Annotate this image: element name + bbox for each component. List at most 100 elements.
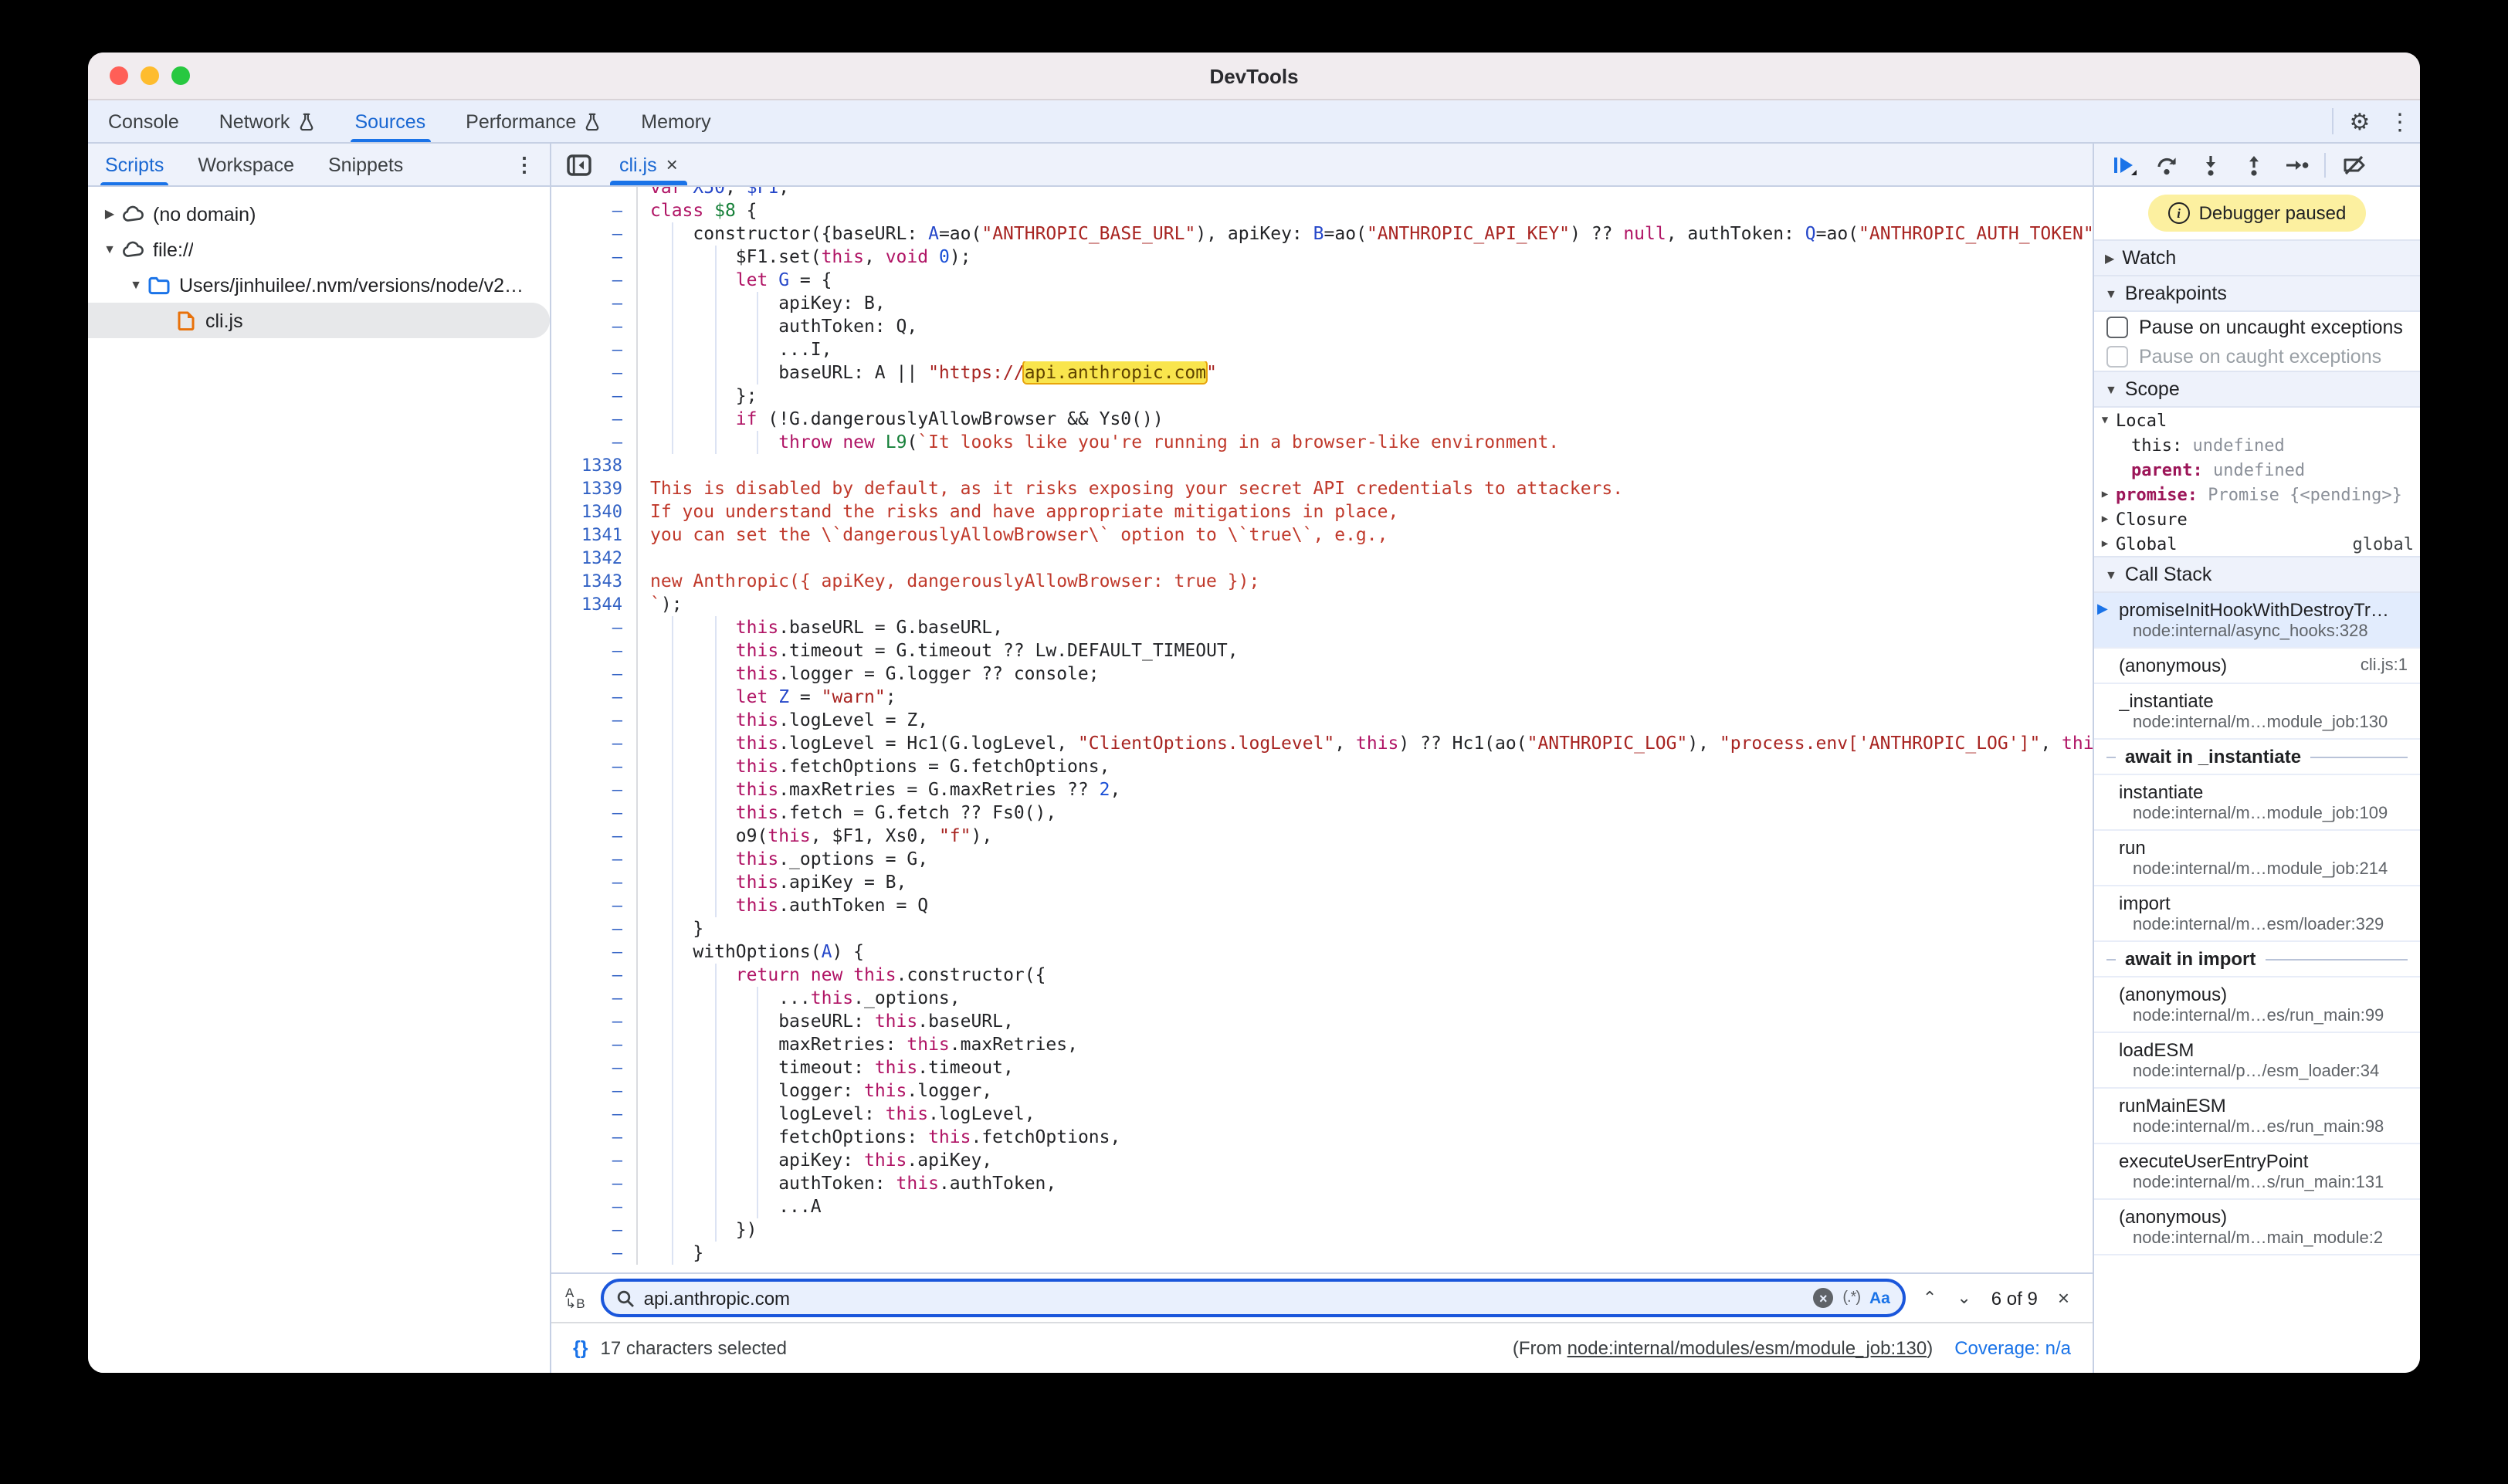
call-stack-frame[interactable]: (anonymous)node:internal/m…main_module:2 bbox=[2094, 1200, 2420, 1255]
code-line[interactable]: – ...A bbox=[551, 1195, 2093, 1218]
code-line[interactable]: – this.timeout = G.timeout ?? Lw.DEFAULT… bbox=[551, 639, 2093, 662]
code-line[interactable]: – this.logLevel = Z, bbox=[551, 709, 2093, 732]
close-tab-icon[interactable]: × bbox=[666, 153, 678, 176]
code-line[interactable]: 1341you can set the \`dangerouslyAllowBr… bbox=[551, 523, 2093, 547]
sidebar-tab-scripts[interactable]: Scripts bbox=[88, 144, 181, 185]
line-number[interactable]: – bbox=[551, 1172, 638, 1195]
line-number[interactable]: – bbox=[551, 1103, 638, 1126]
code-line[interactable]: – withOptions(A) { bbox=[551, 940, 2093, 964]
scope-variable-this[interactable]: this: undefined bbox=[2094, 432, 2420, 457]
code-line[interactable]: – logger: this.logger, bbox=[551, 1079, 2093, 1103]
code-line[interactable]: – maxRetries: this.maxRetries, bbox=[551, 1033, 2093, 1056]
line-number[interactable]: 1343 bbox=[551, 570, 638, 593]
line-number[interactable]: 1339 bbox=[551, 477, 638, 500]
line-number[interactable]: – bbox=[551, 1010, 638, 1033]
tab-memory[interactable]: Memory bbox=[621, 100, 730, 142]
code-line[interactable]: 1344`); bbox=[551, 593, 2093, 616]
code-line[interactable]: – this.fetch = G.fetch ?? Fs0(), bbox=[551, 801, 2093, 825]
line-number[interactable]: – bbox=[551, 1218, 638, 1242]
clear-search-icon[interactable]: × bbox=[1813, 1288, 1833, 1308]
tree-item-users-jinhuilee-nvm-versions-node-v2-[interactable]: ▼Users/jinhuilee/.nvm/versions/node/v2… bbox=[88, 267, 550, 303]
step-over-icon[interactable] bbox=[2147, 147, 2187, 181]
line-number[interactable]: – bbox=[551, 1126, 638, 1149]
sidebar-tab-snippets[interactable]: Snippets bbox=[311, 144, 420, 185]
breakpoints-section-header[interactable]: ▼ Breakpoints bbox=[2094, 276, 2420, 312]
code-line[interactable]: – throw new L9(`It looks like you're run… bbox=[551, 431, 2093, 454]
scope-section-local[interactable]: ▼Local bbox=[2094, 408, 2420, 432]
line-number[interactable]: – bbox=[551, 1056, 638, 1079]
code-line[interactable]: 1343new Anthropic({ apiKey, dangerouslyA… bbox=[551, 570, 2093, 593]
line-number[interactable]: – bbox=[551, 616, 638, 639]
code-editor[interactable]: var X50, $F1;–class $8 {– constructor({b… bbox=[551, 187, 2093, 1272]
breakpoint-option[interactable]: Pause on uncaught exceptions bbox=[2094, 312, 2420, 341]
call-stack-frame[interactable]: runMainESMnode:internal/m…es/run_main:98 bbox=[2094, 1089, 2420, 1144]
tab-console[interactable]: Console bbox=[88, 100, 199, 142]
pretty-print-icon[interactable]: {} bbox=[573, 1337, 588, 1359]
code-line[interactable]: –class $8 { bbox=[551, 199, 2093, 222]
sidebar-kebab-menu-icon[interactable]: ⋮ bbox=[499, 144, 550, 185]
line-number[interactable]: – bbox=[551, 917, 638, 940]
code-line[interactable]: – apiKey: B, bbox=[551, 292, 2093, 315]
line-number[interactable]: 1342 bbox=[551, 547, 638, 570]
checkbox[interactable] bbox=[2106, 316, 2128, 337]
tab-performance[interactable]: Performance bbox=[446, 100, 621, 142]
checkbox[interactable] bbox=[2106, 345, 2128, 367]
line-number[interactable]: – bbox=[551, 709, 638, 732]
line-number[interactable]: – bbox=[551, 408, 638, 431]
line-number[interactable]: – bbox=[551, 894, 638, 917]
line-number[interactable]: – bbox=[551, 431, 638, 454]
call-stack-frame[interactable]: executeUserEntryPointnode:internal/m…s/r… bbox=[2094, 1144, 2420, 1200]
line-number[interactable]: – bbox=[551, 825, 638, 848]
code-line[interactable]: 1338 bbox=[551, 454, 2093, 477]
chevron-down-icon[interactable]: ▼ bbox=[100, 242, 119, 256]
line-number[interactable]: – bbox=[551, 755, 638, 778]
line-number[interactable]: – bbox=[551, 199, 638, 222]
code-line[interactable]: – this.authToken = Q bbox=[551, 894, 2093, 917]
scope-variable-promise[interactable]: ▶promise: Promise {<pending>} bbox=[2094, 482, 2420, 507]
line-number[interactable]: – bbox=[551, 662, 638, 686]
code-line[interactable]: – authToken: this.authToken, bbox=[551, 1172, 2093, 1195]
line-number[interactable]: – bbox=[551, 361, 638, 385]
call-stack-frame[interactable]: importnode:internal/m…esm/loader:329 bbox=[2094, 886, 2420, 942]
code-line[interactable]: – this.logLevel = Hc1(G.logLevel, "Clien… bbox=[551, 732, 2093, 755]
line-number[interactable]: – bbox=[551, 1079, 638, 1103]
line-number[interactable]: – bbox=[551, 1242, 638, 1265]
line-number[interactable]: – bbox=[551, 338, 638, 361]
regex-toggle[interactable]: (.*) bbox=[1842, 1289, 1860, 1306]
line-number[interactable] bbox=[551, 187, 638, 199]
line-number[interactable]: – bbox=[551, 964, 638, 987]
callstack-section-header[interactable]: ▼ Call Stack bbox=[2094, 556, 2420, 593]
line-number[interactable]: – bbox=[551, 385, 638, 408]
resume-icon[interactable] bbox=[2103, 147, 2144, 181]
code-line[interactable]: 1339This is disabled by default, as it r… bbox=[551, 477, 2093, 500]
sidebar-tab-workspace[interactable]: Workspace bbox=[181, 144, 311, 185]
scope-variable-parent[interactable]: parent: undefined bbox=[2094, 457, 2420, 482]
deactivate-breakpoints-icon[interactable] bbox=[2333, 147, 2374, 181]
line-number[interactable]: – bbox=[551, 1149, 638, 1172]
search-input[interactable]: api.anthropic.com × (.*) Aa bbox=[601, 1279, 1906, 1317]
line-number[interactable]: – bbox=[551, 686, 638, 709]
code-line[interactable]: – apiKey: this.apiKey, bbox=[551, 1149, 2093, 1172]
call-stack-frame[interactable]: ▶promiseInitHookWithDestroyTr…node:inter… bbox=[2094, 593, 2420, 649]
line-number[interactable]: – bbox=[551, 987, 638, 1010]
code-line[interactable]: – this._options = G, bbox=[551, 848, 2093, 871]
kebab-menu-icon[interactable]: ⋮ bbox=[2380, 100, 2420, 142]
line-number[interactable]: – bbox=[551, 222, 638, 246]
line-number[interactable]: – bbox=[551, 848, 638, 871]
code-line[interactable]: 1340If you understand the risks and have… bbox=[551, 500, 2093, 523]
code-line[interactable]: – ...I, bbox=[551, 338, 2093, 361]
breakpoint-option[interactable]: Pause on caught exceptions bbox=[2094, 341, 2420, 371]
step-into-icon[interactable] bbox=[2190, 147, 2230, 181]
line-number[interactable]: – bbox=[551, 292, 638, 315]
line-number[interactable]: – bbox=[551, 246, 638, 269]
code-line[interactable]: – } bbox=[551, 917, 2093, 940]
call-stack-frame[interactable]: (anonymous)cli.js:1 bbox=[2094, 649, 2420, 684]
hide-navigator-icon[interactable] bbox=[551, 144, 604, 185]
line-number[interactable]: – bbox=[551, 315, 638, 338]
code-line[interactable]: – this.fetchOptions = G.fetchOptions, bbox=[551, 755, 2093, 778]
watch-section-header[interactable]: ▶ Watch bbox=[2094, 239, 2420, 276]
call-stack-frame[interactable]: instantiatenode:internal/m…module_job:10… bbox=[2094, 775, 2420, 831]
code-line[interactable]: – constructor({baseURL: A=ao("ANTHROPIC_… bbox=[551, 222, 2093, 246]
line-number[interactable]: – bbox=[551, 871, 638, 894]
line-number[interactable]: 1341 bbox=[551, 523, 638, 547]
